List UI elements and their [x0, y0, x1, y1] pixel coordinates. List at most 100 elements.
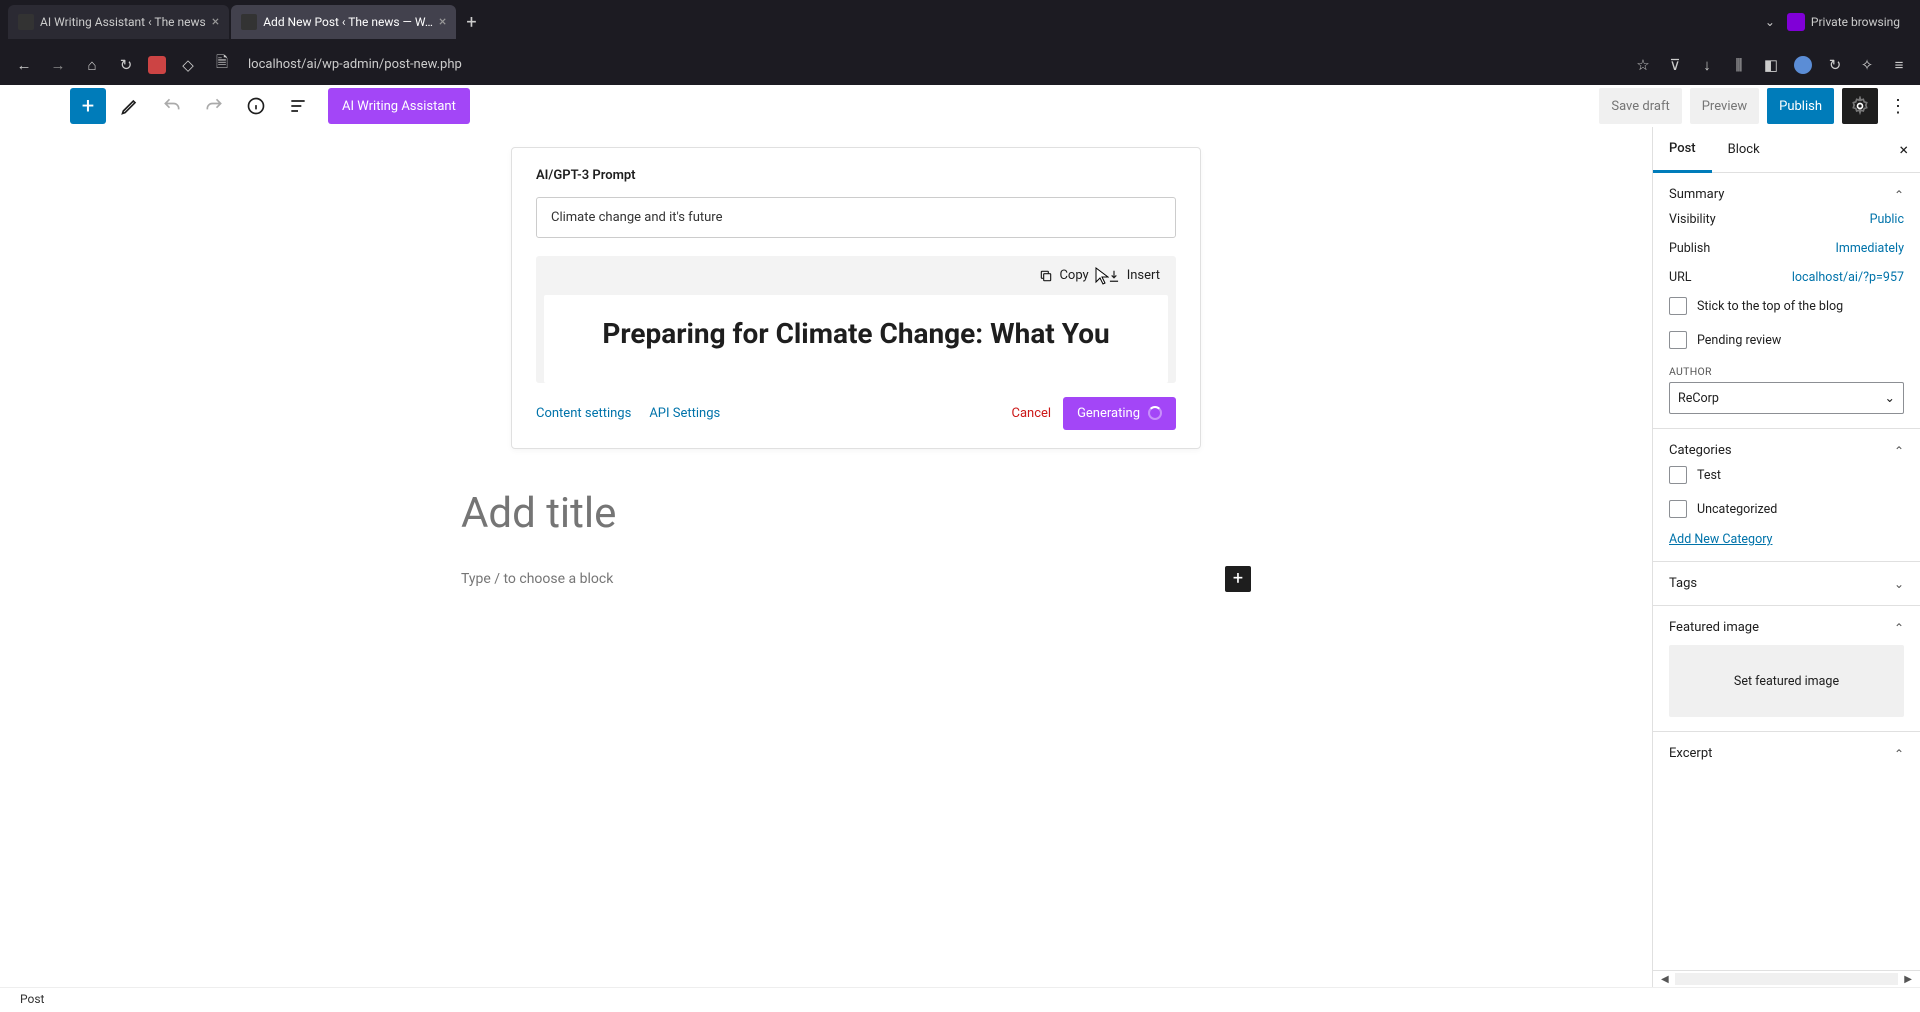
status-text: Post — [20, 992, 44, 1006]
reload-button[interactable]: ↻ — [114, 53, 138, 77]
tab-title: Add New Post ‹ The news — W… — [263, 15, 433, 29]
insert-button[interactable]: Insert — [1107, 268, 1160, 283]
shield-icon[interactable]: ◇ — [176, 53, 200, 77]
tab-favicon — [18, 14, 34, 30]
url-input[interactable]: localhost/ai/wp-admin/post-new.php — [244, 57, 1624, 72]
account-icon[interactable] — [1794, 56, 1812, 74]
reload-ext-icon[interactable]: ↻ — [1826, 56, 1844, 74]
url-value[interactable]: localhost/ai/?p=957 — [1792, 270, 1904, 285]
sticky-label: Stick to the top of the blog — [1697, 299, 1843, 314]
summary-toggle[interactable]: Summary ⌃ — [1669, 187, 1904, 202]
add-block-button[interactable]: + — [1225, 566, 1251, 592]
extensions-icon[interactable]: ✧ — [1858, 56, 1876, 74]
editor-canvas[interactable]: AI/GPT-3 Prompt Copy Insert Preparing fo… — [60, 127, 1652, 987]
category-checkbox[interactable] — [1669, 500, 1687, 518]
library-icon[interactable]: ⫼ — [1730, 56, 1748, 74]
mask-icon — [1787, 13, 1805, 31]
author-select[interactable]: ReCorp ⌄ — [1669, 382, 1904, 414]
close-icon[interactable]: × — [212, 14, 219, 30]
ublock-icon[interactable] — [148, 56, 166, 74]
cancel-button[interactable]: Cancel — [1011, 406, 1051, 421]
forward-button[interactable]: → — [46, 53, 70, 77]
close-sidebar-button[interactable]: × — [1887, 140, 1920, 159]
pending-label: Pending review — [1697, 333, 1781, 348]
publish-label: Publish — [1669, 241, 1710, 256]
sticky-checkbox[interactable] — [1669, 297, 1687, 315]
chevron-up-icon: ⌃ — [1894, 747, 1904, 761]
chevron-down-icon: ⌄ — [1894, 577, 1904, 591]
admin-left-strip — [0, 85, 60, 987]
title-input[interactable]: Add title — [461, 489, 1251, 538]
visibility-value[interactable]: Public — [1870, 212, 1904, 227]
settings-button[interactable] — [1842, 88, 1878, 124]
downloads-icon[interactable]: ↓ — [1698, 56, 1716, 74]
chevron-up-icon: ⌃ — [1894, 188, 1904, 202]
add-category-link[interactable]: Add New Category — [1669, 532, 1772, 547]
tab-block[interactable]: Block — [1712, 128, 1776, 171]
api-settings-link[interactable]: API Settings — [649, 406, 720, 421]
publish-button[interactable]: Publish — [1767, 88, 1834, 124]
new-tab-button[interactable]: + — [458, 12, 484, 33]
browser-tab-1[interactable]: Add New Post ‹ The news — W… × — [231, 5, 456, 39]
tab-title: AI Writing Assistant ‹ The news — [40, 15, 206, 29]
ai-prompt-panel: AI/GPT-3 Prompt Copy Insert Preparing fo… — [511, 147, 1201, 449]
ai-button-label: AI Writing Assistant — [342, 99, 456, 114]
featured-image-section: Featured image ⌃ Set featured image — [1653, 606, 1920, 732]
categories-toggle[interactable]: Categories ⌃ — [1669, 443, 1904, 458]
ai-prompt-input[interactable] — [536, 197, 1176, 238]
summary-section: Summary ⌃ Visibility Public Publish Imme… — [1653, 173, 1920, 429]
close-icon[interactable]: × — [439, 14, 446, 30]
tab-post[interactable]: Post — [1653, 127, 1712, 173]
post-title-area: Add title Type / to choose a block + — [461, 489, 1251, 592]
chevron-down-icon[interactable]: ⌄ — [1765, 15, 1775, 29]
options-button[interactable]: ⋮ — [1886, 96, 1910, 117]
publish-value[interactable]: Immediately — [1835, 241, 1904, 256]
details-button[interactable] — [238, 88, 274, 124]
block-inserter-button[interactable]: + — [70, 88, 106, 124]
sidebar-icon[interactable]: ◧ — [1762, 56, 1780, 74]
generate-label: Generating — [1077, 406, 1140, 421]
scroll-track[interactable] — [1675, 973, 1899, 985]
address-bar: ← → ⌂ ↻ ◇ 🗎 localhost/ai/wp-admin/post-n… — [0, 44, 1920, 85]
home-button[interactable]: ⌂ — [80, 53, 104, 77]
generate-button[interactable]: Generating — [1063, 397, 1176, 430]
ai-panel-title: AI/GPT-3 Prompt — [536, 168, 1176, 183]
private-browsing-badge: Private browsing — [1787, 13, 1900, 31]
copy-button[interactable]: Copy — [1039, 268, 1088, 283]
preview-button[interactable]: Preview — [1690, 88, 1759, 124]
tags-section: Tags ⌄ — [1653, 562, 1920, 606]
pocket-icon[interactable]: ⊽ — [1666, 56, 1684, 74]
ai-writing-assistant-button[interactable]: AI Writing Assistant — [328, 88, 470, 124]
block-placeholder[interactable]: Type / to choose a block — [461, 571, 1225, 587]
visibility-label: Visibility — [1669, 212, 1716, 227]
menu-icon[interactable]: ≡ — [1890, 56, 1908, 74]
bookmark-icon[interactable]: ☆ — [1634, 56, 1652, 74]
category-checkbox[interactable] — [1669, 466, 1687, 484]
featured-toggle[interactable]: Featured image ⌃ — [1669, 620, 1904, 635]
content-settings-link[interactable]: Content settings — [536, 406, 631, 421]
sidebar-hscroll: ◀ ▶ — [1653, 970, 1920, 987]
pending-checkbox[interactable] — [1669, 331, 1687, 349]
redo-button[interactable] — [196, 88, 232, 124]
scroll-right-icon[interactable]: ▶ — [1904, 974, 1912, 985]
tags-toggle[interactable]: Tags ⌄ — [1669, 576, 1904, 591]
insert-label: Insert — [1127, 268, 1160, 283]
tab-bar: AI Writing Assistant ‹ The news × Add Ne… — [0, 0, 1920, 44]
chevron-down-icon: ⌄ — [1885, 390, 1895, 406]
browser-tab-0[interactable]: AI Writing Assistant ‹ The news × — [8, 5, 229, 39]
category-label: Test — [1697, 468, 1721, 483]
excerpt-toggle[interactable]: Excerpt ⌃ — [1669, 746, 1904, 761]
edit-mode-button[interactable] — [112, 88, 148, 124]
excerpt-section: Excerpt ⌃ — [1653, 732, 1920, 775]
set-featured-image-button[interactable]: Set featured image — [1669, 645, 1904, 717]
scroll-left-icon[interactable]: ◀ — [1661, 974, 1669, 985]
save-draft-button[interactable]: Save draft — [1599, 88, 1681, 124]
undo-button[interactable] — [154, 88, 190, 124]
url-label: URL — [1669, 270, 1692, 285]
back-button[interactable]: ← — [12, 53, 36, 77]
settings-sidebar: Post Block × Summary ⌃ Visibility Public… — [1652, 127, 1920, 987]
lock-icon[interactable]: 🗎 — [210, 53, 234, 77]
outline-button[interactable] — [280, 88, 316, 124]
ai-output-text: Preparing for Climate Change: What You — [544, 295, 1168, 383]
editor-toolbar: + AI Writing Assistant Save draft Previe… — [60, 85, 1920, 127]
